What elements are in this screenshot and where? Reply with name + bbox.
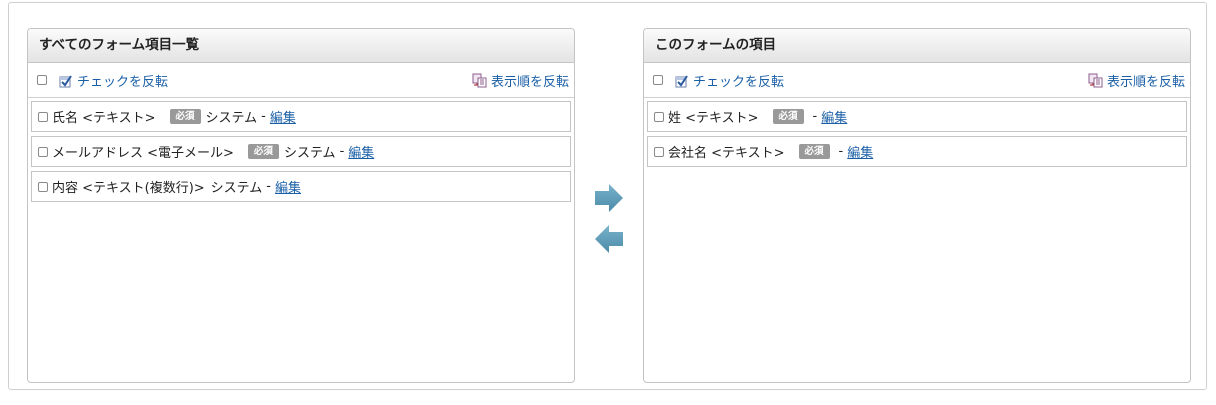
list-item: 姓 <テキスト> 必須 - 編集 [647, 101, 1187, 132]
invert-check-link[interactable]: チェックを反転 [675, 71, 784, 90]
field-name: 姓 <テキスト> [668, 111, 759, 126]
move-to-all-button[interactable] [594, 224, 624, 258]
invert-check-label: チェックを反転 [77, 75, 169, 90]
arrow-left-icon [595, 225, 623, 253]
form-fields-list: 姓 <テキスト> 必須 - 編集 会社名 <テキスト> 必須 - 編集 [644, 98, 1190, 167]
required-badge: 必須 [772, 109, 804, 124]
item-checkbox[interactable] [38, 111, 48, 122]
required-badge: 必須 [169, 109, 201, 124]
field-name: メールアドレス <電子メール> [52, 146, 234, 161]
item-checkbox[interactable] [38, 146, 48, 157]
required-badge: 必須 [247, 144, 279, 159]
list-item: 内容 <テキスト(複数行)> システム - 編集 [31, 171, 571, 202]
separator: - [261, 109, 266, 124]
all-fields-toolbar: チェックを反転 表示順を反転 [28, 63, 574, 98]
invert-check-link[interactable]: チェックを反転 [59, 71, 168, 90]
form-fields-panel-title: このフォームの項目 [644, 29, 1190, 63]
invert-order-label: 表示順を反転 [490, 75, 569, 90]
edit-link[interactable]: 編集 [275, 177, 301, 196]
field-name: 会社名 <テキスト> [668, 146, 785, 161]
field-name: 内容 <テキスト(複数行)> [52, 181, 205, 196]
move-to-form-button[interactable] [594, 183, 624, 217]
required-badge: 必須 [798, 144, 830, 159]
item-checkbox[interactable] [38, 181, 48, 192]
invert-order-link[interactable]: 表示順を反転 [472, 71, 569, 90]
all-fields-panel-title: すべてのフォーム項目一覧 [28, 29, 574, 63]
list-item: 氏名 <テキスト> 必須 システム - 編集 [31, 101, 571, 132]
order-invert-icon [1088, 73, 1103, 88]
separator: - [812, 109, 818, 124]
separator: - [838, 144, 844, 159]
list-item: メールアドレス <電子メール> 必須 システム - 編集 [31, 136, 571, 167]
field-name: 氏名 <テキスト> [52, 111, 156, 126]
edit-link[interactable]: 編集 [821, 107, 847, 126]
invert-order-label: 表示順を反転 [1106, 75, 1185, 90]
select-all-checkbox[interactable] [37, 75, 47, 85]
all-fields-panel: すべてのフォーム項目一覧 チェックを反転 表示順を反転 氏名 <テキスト> 必須… [27, 28, 575, 383]
select-all-checkbox[interactable] [653, 75, 663, 85]
invert-order-link[interactable]: 表示順を反転 [1088, 71, 1185, 90]
check-invert-icon [675, 74, 688, 87]
separator: - [266, 179, 271, 194]
invert-check-label: チェックを反転 [693, 75, 785, 90]
form-field-editor: すべてのフォーム項目一覧 チェックを反転 表示順を反転 氏名 <テキスト> 必須… [8, 2, 1207, 390]
form-fields-panel: このフォームの項目 チェックを反転 表示順を反転 姓 <テキスト> 必須 - 編… [643, 28, 1191, 383]
edit-link[interactable]: 編集 [348, 142, 374, 161]
system-label: システム [210, 181, 263, 196]
check-invert-icon [59, 74, 72, 87]
system-label: システム [205, 111, 258, 126]
edit-link[interactable]: 編集 [270, 107, 296, 126]
arrow-right-icon [595, 184, 623, 212]
list-item: 会社名 <テキスト> 必須 - 編集 [647, 136, 1187, 167]
all-fields-list: 氏名 <テキスト> 必須 システム - 編集 メールアドレス <電子メール> 必… [28, 98, 574, 202]
edit-link[interactable]: 編集 [847, 142, 873, 161]
order-invert-icon [472, 73, 487, 88]
system-label: システム [283, 146, 336, 161]
item-checkbox[interactable] [654, 146, 664, 157]
separator: - [339, 144, 345, 159]
form-fields-toolbar: チェックを反転 表示順を反転 [644, 63, 1190, 98]
item-checkbox[interactable] [654, 111, 664, 122]
